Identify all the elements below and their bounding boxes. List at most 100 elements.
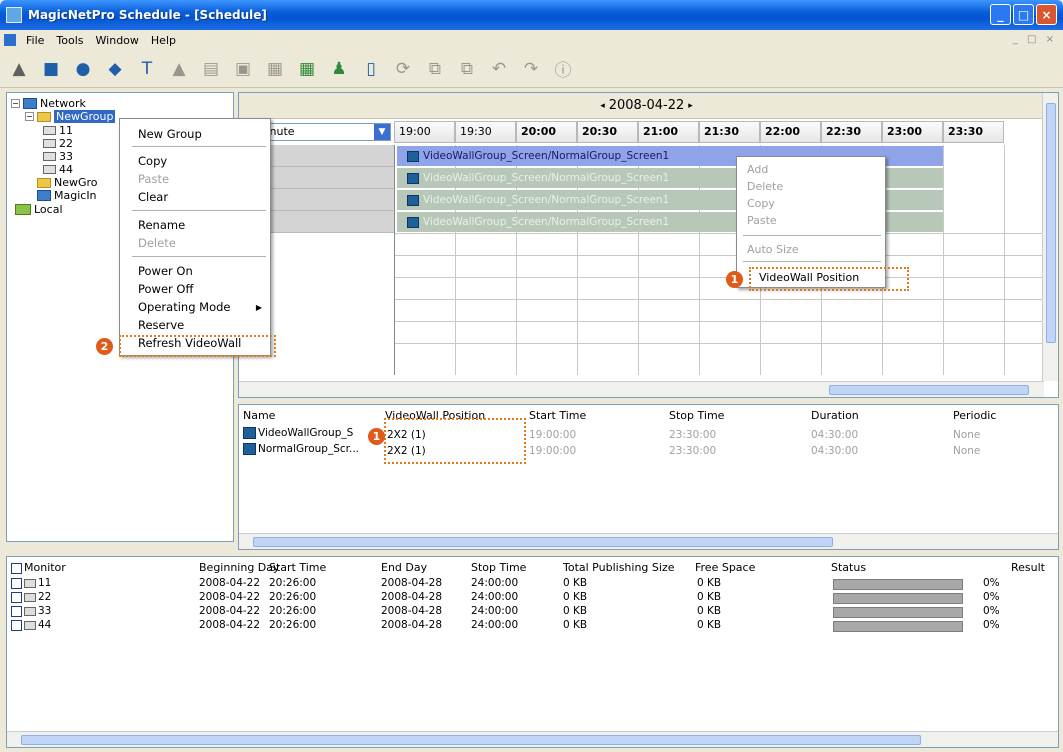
- table-row[interactable]: 11: [11, 577, 51, 589]
- menu-item-copy[interactable]: Copy: [138, 154, 167, 168]
- time-col: 23:00: [882, 121, 943, 143]
- monitor-icon: [24, 578, 36, 588]
- time-col: 20:00: [516, 121, 577, 143]
- menu-item-operating-mode[interactable]: Operating Mode: [138, 300, 230, 314]
- menu-item-rename[interactable]: Rename: [138, 218, 185, 232]
- table-row[interactable]: 22: [11, 591, 51, 603]
- menu-item-power-off[interactable]: Power Off: [138, 282, 193, 296]
- row-checkbox[interactable]: [11, 577, 22, 589]
- table-row[interactable]: 44: [11, 619, 51, 631]
- list-cell: 23:30:00: [669, 445, 717, 457]
- column-header[interactable]: Stop Time: [471, 561, 526, 574]
- collapse-icon[interactable]: −: [11, 99, 20, 108]
- column-header[interactable]: Free Space: [695, 561, 755, 574]
- menu-item-power-on[interactable]: Power On: [138, 264, 193, 278]
- table-cell: 2008-04-22: [199, 577, 261, 589]
- paste-tool-icon[interactable]: ⧉: [454, 56, 480, 82]
- text-tool-icon[interactable]: T: [134, 56, 160, 82]
- scroll-thumb[interactable]: [253, 537, 833, 547]
- list-item[interactable]: VideoWallGroup_S: [243, 427, 353, 439]
- image-tool-icon[interactable]: ▲: [166, 56, 192, 82]
- copy-tool-icon[interactable]: ⧉: [422, 56, 448, 82]
- menu-item-clear[interactable]: Clear: [138, 190, 168, 204]
- menu-item-paste[interactable]: Paste: [138, 172, 169, 186]
- tree-node-newgroup[interactable]: − NewGroup: [25, 110, 116, 123]
- screen-tool-icon[interactable]: ▣: [230, 56, 256, 82]
- menu-window[interactable]: Window: [90, 34, 145, 47]
- pie-tool-icon[interactable]: ●: [70, 56, 96, 82]
- menu-file[interactable]: File: [20, 34, 50, 47]
- list-cell: 23:30:00: [669, 429, 717, 441]
- scroll-thumb[interactable]: [1046, 103, 1056, 343]
- network-tool-icon[interactable]: ▲: [6, 56, 32, 82]
- tree-node-network[interactable]: − Network: [11, 97, 86, 110]
- table-cell: 20:26:00: [269, 619, 317, 631]
- delete-tool-icon[interactable]: ▯: [358, 56, 384, 82]
- select-all-checkbox[interactable]: [11, 562, 22, 574]
- maximize-icon[interactable]: □: [1013, 4, 1034, 25]
- list-cell: None: [953, 429, 981, 441]
- scroll-thumb[interactable]: [829, 385, 1029, 395]
- list-item[interactable]: NormalGroup_Scr...: [243, 443, 359, 455]
- column-header-monitor[interactable]: Monitor: [11, 561, 66, 574]
- redo-icon[interactable]: ↷: [518, 56, 544, 82]
- tree-node-newgroup-2[interactable]: NewGro: [37, 176, 98, 189]
- menu-item-auto-size[interactable]: Auto Size: [747, 243, 799, 256]
- schedule-horizontal-scrollbar[interactable]: [239, 381, 1044, 397]
- column-header[interactable]: Beginning Day: [199, 561, 280, 574]
- mdi-controls-icon[interactable]: _ □ ×: [1013, 34, 1057, 45]
- refresh-tool-icon[interactable]: ⟳: [390, 56, 416, 82]
- layout-tool-icon[interactable]: ▤: [198, 56, 224, 82]
- undo-icon[interactable]: ↶: [486, 56, 512, 82]
- column-header[interactable]: Status: [831, 561, 866, 574]
- row-checkbox[interactable]: [11, 591, 22, 603]
- time-unit-select[interactable]: Minute ▼: [253, 123, 391, 141]
- add-monitor-tool-icon[interactable]: ▦: [262, 56, 288, 82]
- column-header[interactable]: Stop Time: [669, 409, 724, 422]
- tree-node-monitor-44[interactable]: 44: [43, 163, 73, 176]
- list-horizontal-scrollbar[interactable]: [239, 533, 1058, 549]
- table-row[interactable]: 33: [11, 605, 51, 617]
- monitor-tool-icon[interactable]: ■: [38, 56, 64, 82]
- column-header[interactable]: Periodic: [953, 409, 996, 422]
- menu-item-delete[interactable]: Delete: [747, 180, 783, 193]
- group-tool-icon[interactable]: ▦: [294, 56, 320, 82]
- minimize-icon[interactable]: _: [990, 4, 1011, 25]
- info-icon[interactable]: ⓘ: [550, 56, 576, 82]
- column-header[interactable]: Name: [243, 409, 275, 422]
- prev-date-icon[interactable]: ◂: [600, 101, 605, 111]
- schedule-vertical-scrollbar[interactable]: [1042, 93, 1058, 381]
- time-col: 19:00: [394, 121, 455, 143]
- menu-item-delete[interactable]: Delete: [138, 236, 176, 250]
- tree-node-monitor-11[interactable]: 11: [43, 124, 73, 137]
- column-header[interactable]: Result: [1011, 561, 1045, 574]
- column-header[interactable]: Duration: [811, 409, 859, 422]
- collapse-icon[interactable]: −: [25, 112, 34, 121]
- column-header[interactable]: Start Time: [529, 409, 586, 422]
- column-header[interactable]: End Day: [381, 561, 427, 574]
- list-cell: 04:30:00: [811, 429, 859, 441]
- next-date-icon[interactable]: ▸: [688, 101, 693, 111]
- tree-node-monitor-33[interactable]: 33: [43, 150, 73, 163]
- menu-item-reserve[interactable]: Reserve: [138, 318, 184, 332]
- tree-node-monitor-22[interactable]: 22: [43, 137, 73, 150]
- row-checkbox[interactable]: [11, 605, 22, 617]
- close-icon[interactable]: ×: [1036, 4, 1057, 25]
- row-checkbox[interactable]: [11, 619, 22, 631]
- column-header[interactable]: Total Publishing Size: [563, 561, 674, 574]
- tree-node-local[interactable]: Local: [15, 203, 63, 216]
- tree-node-magicinfo[interactable]: MagicIn: [37, 189, 97, 202]
- scroll-thumb[interactable]: [21, 735, 921, 745]
- user-tool-icon[interactable]: ♟: [326, 56, 352, 82]
- menu-tools[interactable]: Tools: [50, 34, 89, 47]
- menu-item-paste[interactable]: Paste: [747, 214, 777, 227]
- menu-item-copy[interactable]: Copy: [747, 197, 775, 210]
- menu-item-add[interactable]: Add: [747, 163, 768, 176]
- table-cell: 0%: [983, 619, 1000, 631]
- menu-item-new-group[interactable]: New Group: [138, 127, 202, 141]
- menu-help[interactable]: Help: [145, 34, 182, 47]
- schedule-tool-icon[interactable]: ◆: [102, 56, 128, 82]
- monitor-horizontal-scrollbar[interactable]: [7, 731, 1058, 747]
- chevron-down-icon[interactable]: ▼: [374, 124, 390, 140]
- column-header[interactable]: Start Time: [269, 561, 326, 574]
